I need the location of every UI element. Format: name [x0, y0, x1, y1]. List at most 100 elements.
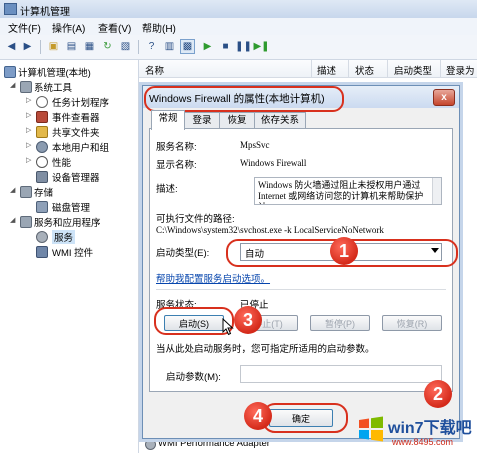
users-icon — [36, 141, 48, 153]
tree-node-event-viewer[interactable]: ▷ 事件查看器 — [0, 109, 138, 124]
collapsed-arrow-icon[interactable]: ▷ — [26, 96, 31, 104]
column-description[interactable]: 描述 — [317, 63, 336, 77]
tree-node-label: 服务和应用程序 — [34, 218, 101, 229]
tree-node-wmi[interactable]: WMI 控件 — [0, 244, 138, 259]
tree-node-system-tools[interactable]: ◢ 系统工具 — [0, 79, 138, 94]
expand-arrow-icon[interactable]: ◢ — [10, 186, 15, 194]
restart-service-icon[interactable]: ▶❚ — [253, 39, 269, 54]
gear-icon — [145, 439, 156, 450]
column-startup-type[interactable]: 启动类型 — [394, 63, 432, 77]
console-icon[interactable]: ▥ — [162, 39, 177, 54]
resume-button[interactable]: 恢复(R) — [382, 315, 442, 331]
toolbar-separator — [138, 40, 139, 54]
menu-file[interactable]: 文件(F) — [8, 20, 41, 35]
pause-button[interactable]: 暂停(P) — [310, 315, 370, 331]
refresh-icon[interactable]: ↻ — [100, 39, 115, 54]
tree-node-services-apps[interactable]: ◢ 服务和应用程序 — [0, 214, 138, 229]
gear-icon — [36, 231, 48, 243]
wmi-icon — [36, 246, 48, 258]
ok-button-highlight — [262, 403, 348, 433]
export-list-icon[interactable]: ▧ — [118, 39, 133, 54]
tab-recovery[interactable]: 恢复 — [219, 112, 255, 129]
collapsed-arrow-icon[interactable]: ▷ — [26, 126, 31, 134]
window-title: 计算机管理 — [20, 7, 70, 18]
folder-icon — [36, 126, 48, 138]
menu-action[interactable]: 操作(A) — [52, 20, 85, 35]
expand-arrow-icon[interactable]: ◢ — [10, 81, 15, 89]
description-box[interactable]: Windows 防火墙通过阻止未授权用户通过 Internet 或网络访问您的计… — [254, 177, 442, 205]
collapsed-arrow-icon[interactable]: ▷ — [26, 156, 31, 164]
help-configure-link[interactable]: 帮助我配置服务启动选项。 — [156, 271, 270, 285]
watermark: win7下载吧 www.8495.com — [356, 410, 477, 453]
menu-help[interactable]: 帮助(H) — [142, 20, 176, 35]
mouse-cursor-icon — [222, 318, 234, 336]
tree-node-label: 磁盘管理 — [52, 203, 91, 214]
callout-1: 1 — [330, 237, 358, 265]
tree-node-label: 共享文件夹 — [52, 128, 100, 139]
start-service-icon[interactable]: ▶ — [200, 39, 215, 54]
tab-dependencies[interactable]: 依存关系 — [254, 112, 306, 129]
toolbar-separator — [40, 40, 41, 54]
performance-icon — [36, 156, 48, 168]
executable-path-label: 可执行文件的路径: — [156, 214, 235, 225]
start-params-label: 启动参数(M): — [166, 372, 221, 383]
start-params-input[interactable] — [240, 365, 442, 383]
column-divider[interactable] — [387, 60, 388, 77]
tree-node-disk-management[interactable]: 磁盘管理 — [0, 199, 138, 214]
clock-icon — [36, 96, 48, 108]
tab-general[interactable]: 常规 — [151, 110, 185, 130]
windows-logo-icon — [359, 416, 383, 442]
view-icon[interactable]: ▩ — [180, 39, 195, 54]
watermark-url: www.8495.com — [392, 437, 454, 447]
console-tree: 计算机管理(本地) ◢ 系统工具 ▷ 任务计划程序 ▷ 事件查看器 ▷ 共享文件… — [0, 60, 139, 453]
column-divider[interactable] — [440, 60, 441, 77]
device-icon — [36, 171, 48, 183]
column-divider[interactable] — [311, 60, 312, 77]
tree-node-root[interactable]: 计算机管理(本地) — [0, 64, 138, 79]
tree-node-shared-folders[interactable]: ▷ 共享文件夹 — [0, 124, 138, 139]
tree-node-device-manager[interactable]: 设备管理器 — [0, 169, 138, 184]
callout-4: 4 — [244, 402, 272, 430]
tree-node-label: WMI 控件 — [52, 248, 94, 259]
show-tree-icon[interactable]: ▤ — [64, 39, 79, 54]
tree-node-label: 计算机管理(本地) — [18, 68, 91, 79]
pause-service-icon[interactable]: ❚❚ — [235, 39, 252, 54]
column-divider[interactable] — [348, 60, 349, 77]
forward-arrow-icon[interactable]: ▶ — [20, 39, 35, 54]
service-name-label: 服务名称: — [156, 142, 197, 153]
window-titlebar: 计算机管理 — [0, 0, 477, 19]
description-text: Windows 防火墙通过阻止未授权用户通过 Internet 或网络访问您的计… — [258, 180, 424, 204]
properties-icon[interactable]: ▦ — [82, 39, 97, 54]
tree-node-services[interactable]: 服务 — [0, 229, 138, 244]
disk-icon — [36, 201, 48, 213]
back-arrow-icon[interactable]: ◀ — [4, 39, 19, 54]
storage-icon — [20, 186, 32, 198]
column-status[interactable]: 状态 — [355, 63, 374, 77]
tree-node-performance[interactable]: ▷ 性能 — [0, 154, 138, 169]
collapsed-arrow-icon[interactable]: ▷ — [26, 111, 31, 119]
up-folder-icon[interactable]: ▣ — [46, 39, 61, 54]
callout-2: 2 — [424, 380, 452, 408]
tree-node-storage[interactable]: ◢ 存储 — [0, 184, 138, 199]
tab-logon[interactable]: 登录 — [184, 112, 220, 129]
computer-management-icon — [4, 3, 17, 15]
event-log-icon — [36, 111, 48, 123]
services-list-header: 名称 描述 状态 启动类型 登录为 — [139, 60, 477, 78]
executable-path-value: C:\Windows\system32\svchost.exe -k Local… — [156, 225, 384, 235]
dialog-close-button[interactable]: x — [433, 89, 455, 106]
stop-service-icon[interactable]: ■ — [218, 39, 233, 54]
startup-type-label: 启动类型(E): — [156, 248, 210, 259]
menu-view[interactable]: 查看(V) — [98, 20, 131, 35]
help-icon[interactable]: ? — [144, 39, 159, 54]
divider — [156, 289, 446, 290]
description-scrollbar[interactable] — [432, 178, 441, 204]
expand-arrow-icon[interactable]: ◢ — [10, 216, 15, 224]
column-logon-as[interactable]: 登录为 — [446, 63, 475, 77]
toolbar: ◀ ▶ ▣ ▤ ▦ ↻ ▧ ? ▥ ▩ ▶ ■ ❚❚ ▶❚ — [0, 35, 477, 60]
column-name[interactable]: 名称 — [145, 63, 164, 77]
tree-node-label: 服务 — [52, 230, 76, 244]
display-name-value: Windows Firewall — [240, 158, 307, 168]
collapsed-arrow-icon[interactable]: ▷ — [26, 141, 31, 149]
tree-node-local-users[interactable]: ▷ 本地用户和组 — [0, 139, 138, 154]
tree-node-task-scheduler[interactable]: ▷ 任务计划程序 — [0, 94, 138, 109]
